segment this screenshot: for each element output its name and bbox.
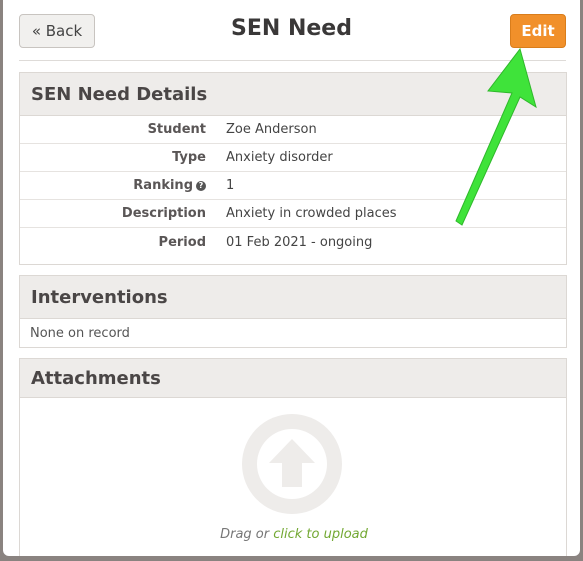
ranking-label: Ranking (133, 178, 193, 193)
description-label: Description (121, 206, 206, 221)
drag-text: Drag or (220, 527, 270, 542)
interventions-empty-text: None on record (30, 325, 130, 341)
edit-button[interactable]: Edit (510, 14, 566, 48)
click-to-upload-link[interactable]: click to upload (273, 527, 368, 542)
help-icon[interactable]: ? (196, 180, 206, 191)
detail-label: Period (20, 235, 206, 250)
page-title: SEN Need (231, 16, 352, 41)
attachments-panel: Attachments Drag or click to upload (19, 358, 567, 556)
detail-label: Student (20, 122, 206, 137)
detail-label: Description (20, 206, 206, 221)
interventions-heading: Interventions (20, 276, 566, 319)
attachments-heading: Attachments (20, 359, 566, 398)
type-label: Type (172, 150, 206, 165)
detail-label: Type (20, 150, 206, 165)
detail-value: Zoe Anderson (226, 122, 317, 137)
detail-value: 01 Feb 2021 - ongoing (226, 234, 373, 250)
student-label: Student (147, 122, 206, 137)
upload-prompt: Drag or click to upload (20, 527, 568, 542)
upload-arrow-icon (269, 439, 315, 487)
upload-icon[interactable] (242, 414, 342, 514)
detail-value: Anxiety disorder (226, 150, 333, 165)
detail-value: 1 (226, 178, 235, 193)
detail-row-period: Period 01 Feb 2021 - ongoing (20, 228, 566, 256)
detail-value: Anxiety in crowded places (226, 206, 397, 221)
annotation-arrow-icon (455, 47, 537, 226)
detail-label: Ranking? (20, 178, 206, 193)
period-label: Period (158, 234, 206, 250)
interventions-panel: Interventions None on record (19, 275, 567, 348)
